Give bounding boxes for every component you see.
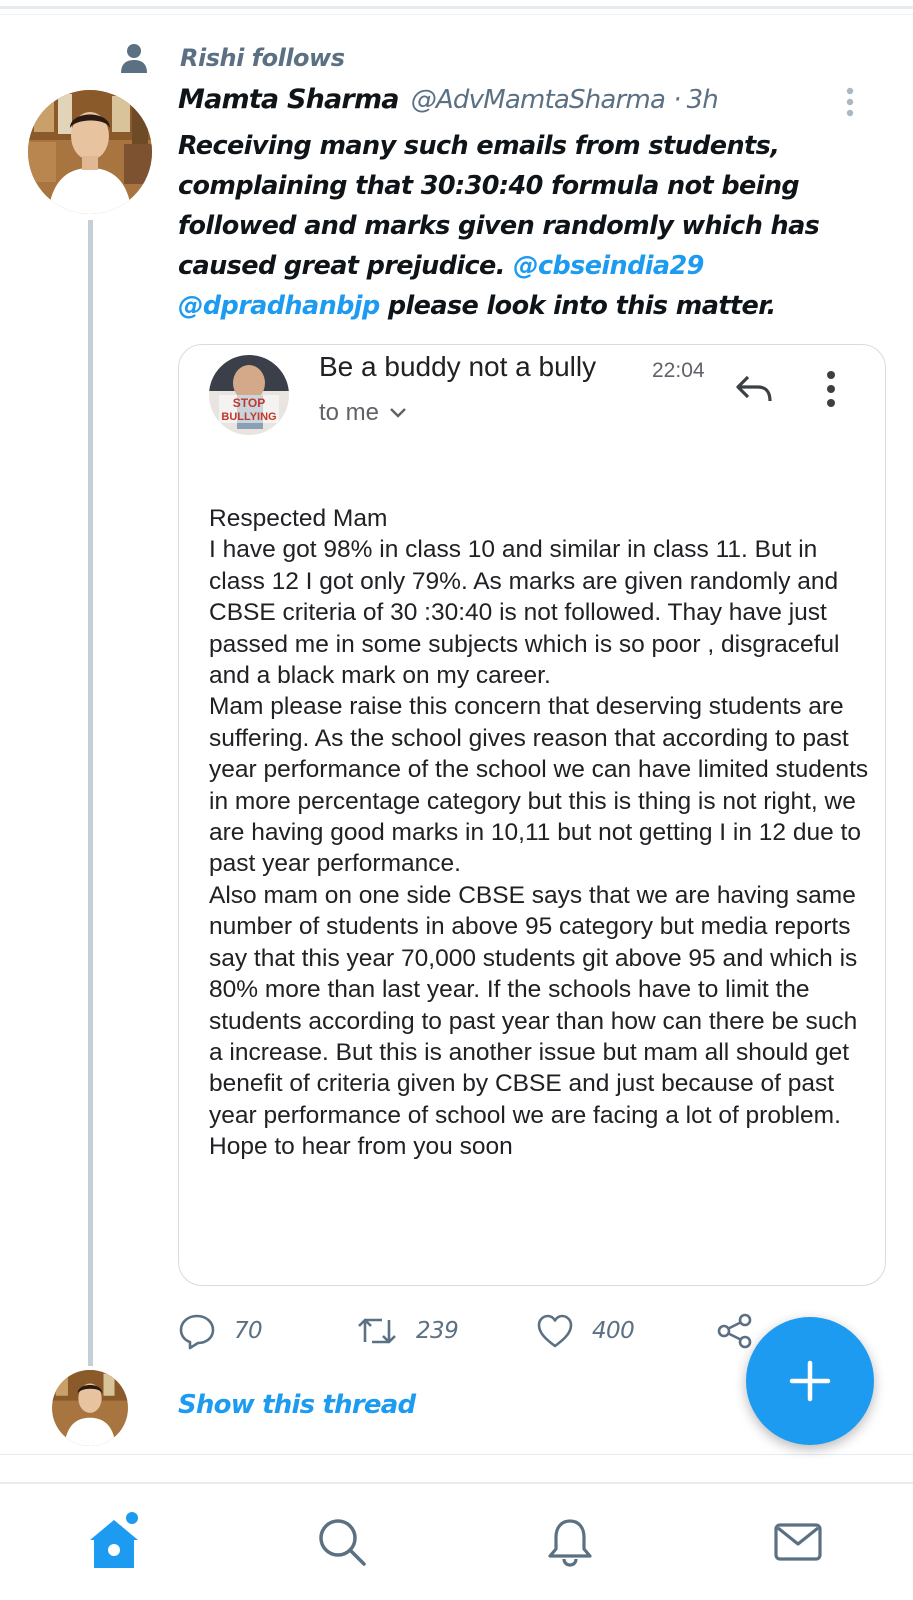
nav-messages[interactable] [768,1512,828,1572]
email-body-paragraph: I have got 98% in class 10 and similar i… [209,536,840,690]
reply-count: 70 [234,1318,263,1344]
stop-bullying-text-2: BULLYING [221,411,276,423]
email-body-paragraph: Respected Mam [209,505,388,532]
reply-arrow-icon [736,375,772,402]
social-context-text: Rishi follows [180,44,345,72]
share-icon [717,1313,752,1349]
email-body-paragraph: Also mam on one side CBSE says that we a… [209,881,858,1129]
compose-tweet-button[interactable] [746,1317,874,1445]
tweet-actions: 70 239 400 [178,1306,798,1356]
email-body-paragraph: Hope to hear from you soon [209,1133,513,1161]
top-divider-thin [0,14,913,15]
email-sender-avatar: STOP BULLYING [209,355,289,435]
person-icon [121,44,147,73]
stop-bullying-text-1: STOP [233,396,265,410]
retweet-count: 239 [416,1318,459,1344]
twitter-timeline: Rishi follows Mamta Sharma @AdvMamtaShar… [0,0,913,1600]
author-avatar[interactable] [28,90,152,214]
mail-icon [774,1523,822,1561]
nav-notifications[interactable] [540,1512,600,1572]
author-name[interactable]: Mamta Sharma [178,84,400,115]
nav-search[interactable] [312,1512,372,1572]
tweet-divider [0,1454,913,1455]
email-subject: Be a buddy not a bully [319,351,597,382]
home-icon [90,1512,138,1568]
email-body: Respected Mam I have got 98% in class 10… [209,503,869,1163]
chevron-down-icon [390,408,406,418]
email-time: 22:04 [652,359,705,382]
author-handle[interactable]: @AdvMamtaSharma [411,85,666,115]
heart-icon [537,1314,573,1348]
retweet-icon [358,1318,396,1344]
plus-icon [789,1360,831,1402]
more-options-icon[interactable] [840,86,860,118]
like-count: 400 [592,1318,635,1344]
nav-home[interactable] [84,1512,144,1572]
top-divider [0,6,913,9]
social-context: Rishi follows [118,40,345,76]
attached-email-image[interactable]: STOP BULLYING Be a buddy not a bully 22:… [178,344,886,1286]
bell-icon [548,1519,592,1567]
email-recipient: to me [319,399,407,427]
share-button[interactable] [716,1306,754,1356]
mention-link-dpradhanbjp[interactable]: @dpradhanbjp [178,291,380,321]
like-button[interactable]: 400 [536,1306,635,1356]
header-separator: · [673,85,681,115]
search-icon [319,1519,366,1566]
bottom-navigation [0,1482,913,1600]
tweet-text: Receiving many such emails from students… [178,126,878,326]
tweet-header: Mamta Sharma @AdvMamtaSharma · 3h [178,84,719,124]
reply-button[interactable]: 70 [178,1306,263,1356]
thread-author-avatar[interactable] [52,1370,128,1446]
thread-connector-line [88,220,93,1366]
email-to-text: to me [319,399,380,426]
mention-link-cbseindia29[interactable]: @cbseindia29 [513,251,704,281]
email-body-paragraph: Mam please raise this concern that deser… [209,693,869,878]
email-more-icon [827,371,835,407]
tweet-timestamp[interactable]: 3h [687,85,719,115]
show-thread-link[interactable]: Show this thread [178,1390,416,1420]
retweet-button[interactable]: 239 [356,1306,459,1356]
tweet-text-part: please look into this matter. [379,291,776,321]
reply-icon [179,1314,215,1350]
tweet-text-part: Receiving many such emails from students… [178,131,820,281]
